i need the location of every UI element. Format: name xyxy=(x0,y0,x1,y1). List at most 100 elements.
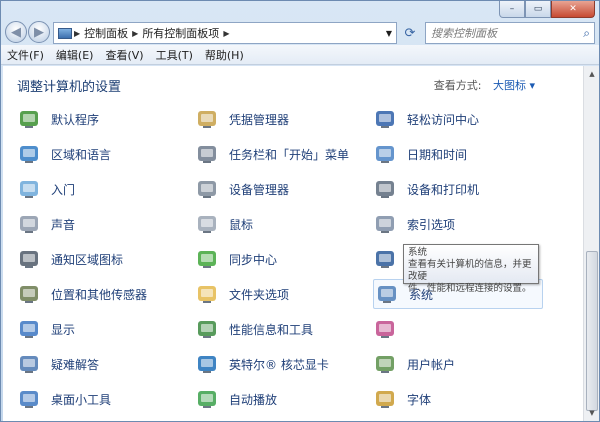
control-panel-icon xyxy=(58,27,72,39)
control-panel-item-label: 设备管理器 xyxy=(229,182,290,197)
performance-icon xyxy=(195,317,219,341)
control-panel-item[interactable]: 声音 xyxy=(17,209,75,239)
control-panel-item[interactable]: 鼠标 xyxy=(195,209,253,239)
breadcrumb-separator-icon: ▶ xyxy=(74,28,81,38)
control-panel-item-label: 区域和语言 xyxy=(51,147,112,162)
control-panel-item-label: 桌面小工具 xyxy=(51,392,112,407)
control-panel-item[interactable]: 字体 xyxy=(373,384,431,414)
control-panel-item[interactable]: 位置和其他传感器 xyxy=(17,279,147,309)
menu-file[interactable]: 文件(F) xyxy=(7,47,44,63)
control-panel-item-label: 文件夹选项 xyxy=(229,287,290,302)
control-panel-item-label: 英特尔® 核芯显卡 xyxy=(229,357,329,372)
vertical-scrollbar[interactable]: ▲ ▼ xyxy=(583,66,599,421)
refresh-icon: ⟳ xyxy=(404,25,416,41)
forward-button[interactable]: ▶ xyxy=(28,21,50,43)
indexing-icon xyxy=(373,212,397,236)
control-panel-item-label: 索引选项 xyxy=(407,217,456,232)
control-panel-item-label: 轻松访问中心 xyxy=(407,112,480,127)
control-panel-item-label: 自动播放 xyxy=(229,392,278,407)
breadcrumb-separator-icon: ▶ xyxy=(132,28,139,38)
devices-printers-icon xyxy=(373,177,397,201)
control-panel-item[interactable]: 用户帐户 xyxy=(373,349,455,379)
control-panel-item-label: 性能信息和工具 xyxy=(229,322,314,337)
control-panel-item[interactable]: 入门 xyxy=(17,174,75,204)
tooltip-line: 件、性能和远程连接的设置。 xyxy=(408,283,532,294)
gadgets-icon xyxy=(17,387,41,411)
display-icon xyxy=(17,317,41,341)
device-manager-icon xyxy=(195,177,219,201)
control-panel-item[interactable]: 索引选项 xyxy=(373,209,455,239)
system-icon xyxy=(375,282,399,306)
control-panel-item-label: 任务栏和「开始」菜单 xyxy=(229,147,350,162)
control-panel-item[interactable]: 任务栏和「开始」菜单 xyxy=(195,139,349,169)
default-programs-icon xyxy=(17,107,41,131)
sound-icon xyxy=(17,212,41,236)
control-panel-item[interactable]: 文件夹选项 xyxy=(195,279,289,309)
control-panel-item[interactable]: 同步中心 xyxy=(195,244,277,274)
scroll-up-arrow-icon[interactable]: ▲ xyxy=(584,66,600,82)
maximize-button[interactable]: ▭ xyxy=(525,1,551,18)
control-panel-item-label: 显示 xyxy=(51,322,76,337)
search-placeholder: 搜索控制面板 xyxy=(431,27,497,40)
back-button[interactable]: ◀ xyxy=(5,21,27,43)
search-input[interactable]: 搜索控制面板 ⌕ xyxy=(425,22,595,44)
control-panel-item-label: 声音 xyxy=(51,217,76,232)
scroll-down-arrow-icon[interactable]: ▼ xyxy=(584,405,600,421)
intel-graphics-icon xyxy=(195,352,219,376)
view-by-dropdown[interactable]: 大图标 ▾ xyxy=(493,79,535,92)
control-panel-item[interactable]: 性能信息和工具 xyxy=(195,314,313,344)
fonts-icon xyxy=(373,387,397,411)
breadcrumb-control-panel[interactable]: 控制面板 xyxy=(84,25,128,41)
control-panel-item[interactable]: 自动播放 xyxy=(195,384,277,414)
control-panel-item[interactable]: 桌面小工具 xyxy=(17,384,111,414)
breadcrumb-all-items[interactable]: 所有控制面板项 xyxy=(142,25,219,41)
ease-of-access-icon xyxy=(373,107,397,131)
sync-center-icon xyxy=(195,247,219,271)
personalization-icon xyxy=(373,317,397,341)
troubleshooting-icon xyxy=(17,352,41,376)
control-panel-item[interactable]: 区域和语言 xyxy=(17,139,111,169)
folder-options-icon xyxy=(195,282,219,306)
credential-manager-icon xyxy=(195,107,219,131)
control-panel-item-label: 位置和其他传感器 xyxy=(51,287,148,302)
control-panel-item[interactable]: 轻松访问中心 xyxy=(373,104,479,134)
minimize-button[interactable]: – xyxy=(499,1,525,18)
control-panel-item[interactable]: 设备管理器 xyxy=(195,174,289,204)
control-panel-item-label: 同步中心 xyxy=(229,252,278,267)
menu-edit[interactable]: 编辑(E) xyxy=(56,47,94,63)
page-title: 调整计算机的设置 xyxy=(17,80,122,95)
control-panel-item-label: 字体 xyxy=(407,392,432,407)
user-accounts-icon xyxy=(373,352,397,376)
control-panel-item[interactable]: 设备和打印机 xyxy=(373,174,479,204)
address-bar[interactable]: ▶ 控制面板 ▶ 所有控制面板项 ▶ ▼ xyxy=(53,22,397,44)
control-panel-item[interactable]: 日期和时间 xyxy=(373,139,467,169)
tooltip: 系统 查看有关计算机的信息，并更改硬 件、性能和远程连接的设置。 xyxy=(403,244,539,294)
control-panel-item[interactable] xyxy=(373,314,407,344)
control-panel-item[interactable]: 疑难解答 xyxy=(17,349,99,379)
autoplay-icon xyxy=(195,387,219,411)
chevron-down-icon[interactable]: ▼ xyxy=(386,29,392,38)
control-panel-item[interactable]: 凭据管理器 xyxy=(195,104,289,134)
control-panel-window: – ▭ ✕ ◀ ▶ ▶ 控制面板 ▶ 所有控制面板项 ▶ ▼ ⟳ 搜索控制面板 … xyxy=(0,0,600,422)
control-panel-item[interactable]: 通知区域图标 xyxy=(17,244,123,274)
control-panel-item[interactable]: 英特尔® 核芯显卡 xyxy=(195,349,329,379)
control-panel-item-label: 默认程序 xyxy=(51,112,100,127)
menu-help[interactable]: 帮助(H) xyxy=(205,47,244,63)
menu-bar: 文件(F) 编辑(E) 查看(V) 工具(T) 帮助(H) xyxy=(1,45,599,65)
title-bar: – ▭ ✕ ◀ ▶ ▶ 控制面板 ▶ 所有控制面板项 ▶ ▼ ⟳ 搜索控制面板 … xyxy=(1,1,599,44)
notification-area-icon xyxy=(17,247,41,271)
back-arrow-icon: ◀ xyxy=(11,24,21,40)
tooltip-title: 系统 xyxy=(408,247,428,258)
scrollbar-thumb[interactable] xyxy=(586,251,598,411)
control-panel-item-label: 疑难解答 xyxy=(51,357,100,372)
mouse-icon xyxy=(195,212,219,236)
control-panel-item[interactable]: 显示 xyxy=(17,314,75,344)
menu-view[interactable]: 查看(V) xyxy=(105,47,143,63)
window-controls: – ▭ ✕ xyxy=(499,1,595,18)
control-panel-item[interactable]: 默认程序 xyxy=(17,104,99,134)
close-button[interactable]: ✕ xyxy=(551,1,595,18)
menu-tools[interactable]: 工具(T) xyxy=(156,47,193,63)
network-sharing-icon xyxy=(373,247,397,271)
refresh-button[interactable]: ⟳ xyxy=(399,23,421,43)
search-icon[interactable]: ⌕ xyxy=(583,26,590,41)
